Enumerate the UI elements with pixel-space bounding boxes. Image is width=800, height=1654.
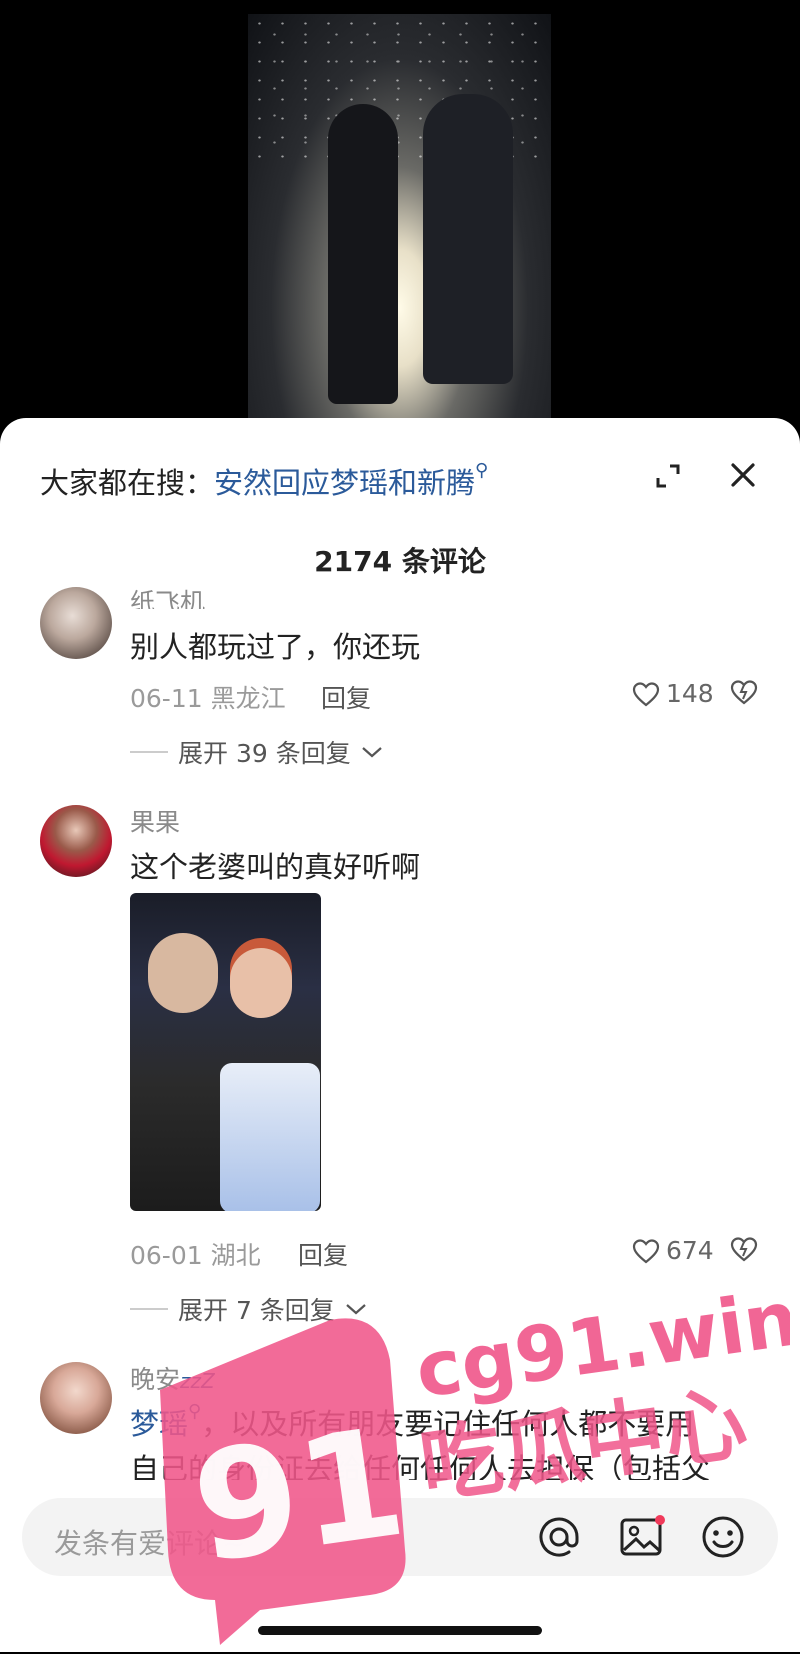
avatar[interactable] — [40, 1362, 112, 1434]
avatar[interactable] — [40, 805, 112, 877]
photo-face-right — [230, 948, 292, 1018]
comment-meta: 06-11 黑龙江 — [130, 679, 286, 715]
heart-icon — [632, 1238, 660, 1263]
comment-username[interactable]: 晚安zzZ — [130, 1360, 215, 1396]
comment-username-text: 晚安 — [130, 1365, 181, 1394]
video-person-left — [328, 104, 398, 404]
divider — [130, 751, 168, 753]
username-suffix: zzZ — [180, 1369, 215, 1393]
chevron-down-icon — [361, 747, 382, 758]
comment-input-placeholder: 发条有爱评论~ — [54, 1527, 246, 1560]
expand-replies-button[interactable]: 展开 39 条回复 — [130, 734, 383, 770]
at-icon[interactable] — [536, 1514, 582, 1564]
trending-search[interactable]: 大家都在搜：安然回应梦瑶和新腾⚲ — [40, 460, 488, 502]
comment-location: 黑龙江 — [210, 684, 286, 713]
divider — [130, 1308, 168, 1310]
comment-text: 这个老婆叫的真好听啊 — [130, 850, 421, 884]
like-count: 674 — [666, 1236, 714, 1265]
photo-face-left — [148, 933, 218, 1013]
like-button[interactable]: 674 — [632, 1236, 714, 1265]
search-icon: ⚲ — [475, 460, 489, 481]
expand-icon[interactable] — [654, 462, 682, 494]
emoji-icon[interactable] — [700, 1514, 746, 1564]
reply-button[interactable]: 回复 — [321, 679, 371, 715]
comment-text: 梦瑶⚲，以及所有朋友要记住任何人都不要用 — [130, 1401, 694, 1443]
image-icon[interactable] — [618, 1514, 666, 1564]
like-button[interactable]: 148 — [632, 679, 714, 708]
comment-meta: 06-01 湖北 — [130, 1236, 261, 1272]
comment-text: 别人都玩过了，你还玩 — [130, 630, 421, 664]
heart-icon — [632, 681, 660, 706]
mention-link[interactable]: 梦瑶 — [130, 1407, 188, 1441]
home-indicator[interactable] — [258, 1626, 542, 1635]
comment-date: 06-11 — [130, 684, 203, 713]
expand-replies-button[interactable]: 展开 7 条回复 — [130, 1291, 367, 1327]
trending-search-prefix: 大家都在搜： — [40, 466, 215, 500]
chevron-down-icon — [346, 1304, 366, 1315]
search-icon: ⚲ — [188, 1401, 202, 1422]
expand-replies-label: 展开 39 条回复 — [178, 739, 351, 768]
photo-cake — [220, 1063, 320, 1211]
video-player[interactable] — [248, 14, 551, 434]
comment-username[interactable]: 果果 — [130, 803, 180, 839]
like-count: 148 — [666, 679, 714, 708]
comment-location: 湖北 — [210, 1241, 261, 1270]
close-icon[interactable] — [728, 460, 758, 494]
comment-username[interactable]: 纸飞机 — [130, 583, 205, 609]
comment-count: 2174 条评论 — [314, 545, 486, 578]
dislike-icon[interactable] — [730, 679, 758, 709]
dislike-icon[interactable] — [730, 1236, 758, 1266]
reply-button[interactable]: 回复 — [298, 1236, 348, 1272]
comment-date: 06-01 — [130, 1241, 203, 1270]
video-person-right — [423, 94, 513, 384]
trending-search-query[interactable]: 安然回应梦瑶和新腾 — [214, 466, 475, 500]
avatar[interactable] — [40, 587, 112, 659]
comment-image[interactable] — [130, 893, 321, 1211]
comment-text-line1: ，以及所有朋友要记住任何人都不要用 — [201, 1407, 695, 1441]
expand-replies-label: 展开 7 条回复 — [178, 1296, 335, 1325]
